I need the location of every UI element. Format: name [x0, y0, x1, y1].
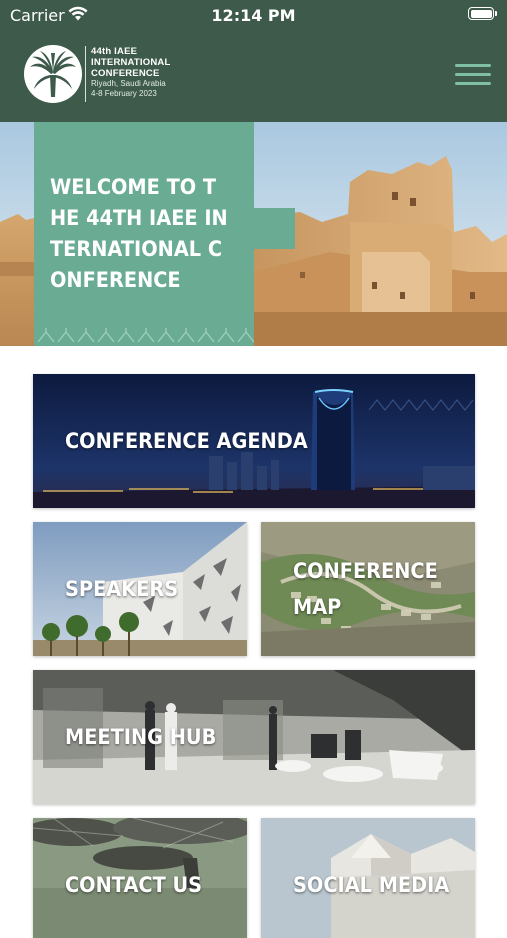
speakers-tile[interactable]: SPEAKERS: [33, 522, 247, 656]
hero-accent-square: [254, 208, 295, 249]
logo-line-edition: 44th IAEE: [91, 46, 138, 57]
welcome-title: WELCOME TO THE 44TH IAEE INTERNATIONAL C…: [50, 175, 228, 292]
status-time: 12:14 PM: [211, 6, 296, 25]
sadu-pattern-decoration: [37, 328, 254, 343]
meeting-hub-label: MEETING HUB: [65, 725, 217, 749]
conference-map-tile[interactable]: CONFERENCE MAP: [261, 522, 475, 656]
logo-divider: [85, 46, 86, 102]
social-media-tile[interactable]: SOCIAL MEDIA: [261, 818, 475, 938]
logo-line-conference: CONFERENCE: [91, 68, 160, 79]
meeting-hub-tile[interactable]: MEETING HUB: [33, 670, 475, 804]
speakers-label: SPEAKERS: [65, 577, 179, 601]
battery-icon: [468, 7, 497, 20]
welcome-panel: WELCOME TO THE 44TH IAEE INTERNATIONAL C…: [34, 122, 254, 346]
app-header: Carrier 12:14 PM 44th IAEE INTERNATIONAL…: [0, 0, 507, 122]
conference-logo-text: 44th IAEE INTERNATIONAL CONFERENCE Riyad…: [91, 46, 170, 99]
conference-agenda-label: CONFERENCE AGENDA: [65, 429, 308, 453]
hero-banner: WELCOME TO THE 44TH IAEE INTERNATIONAL C…: [0, 122, 507, 346]
logo-line-dates: 4-8 February 2023: [91, 89, 157, 98]
contact-us-label: CONTACT US: [65, 873, 203, 897]
social-media-label: SOCIAL MEDIA: [293, 873, 450, 897]
contact-us-tile[interactable]: CONTACT US: [33, 818, 247, 938]
logo-line-location: Riyadh, Saudi Arabia: [91, 79, 166, 88]
conference-map-label-line1: CONFERENCE: [293, 559, 438, 583]
aerial-map-image: [261, 522, 475, 656]
status-bar: Carrier 12:14 PM: [0, 0, 507, 32]
hamburger-menu-icon[interactable]: [455, 64, 491, 90]
conference-map-label-line2: MAP: [293, 595, 342, 619]
logo-line-international: INTERNATIONAL: [91, 57, 171, 68]
conference-agenda-tile[interactable]: CONFERENCE AGENDA: [33, 374, 475, 508]
palm-tree-logo-icon: [24, 45, 82, 103]
